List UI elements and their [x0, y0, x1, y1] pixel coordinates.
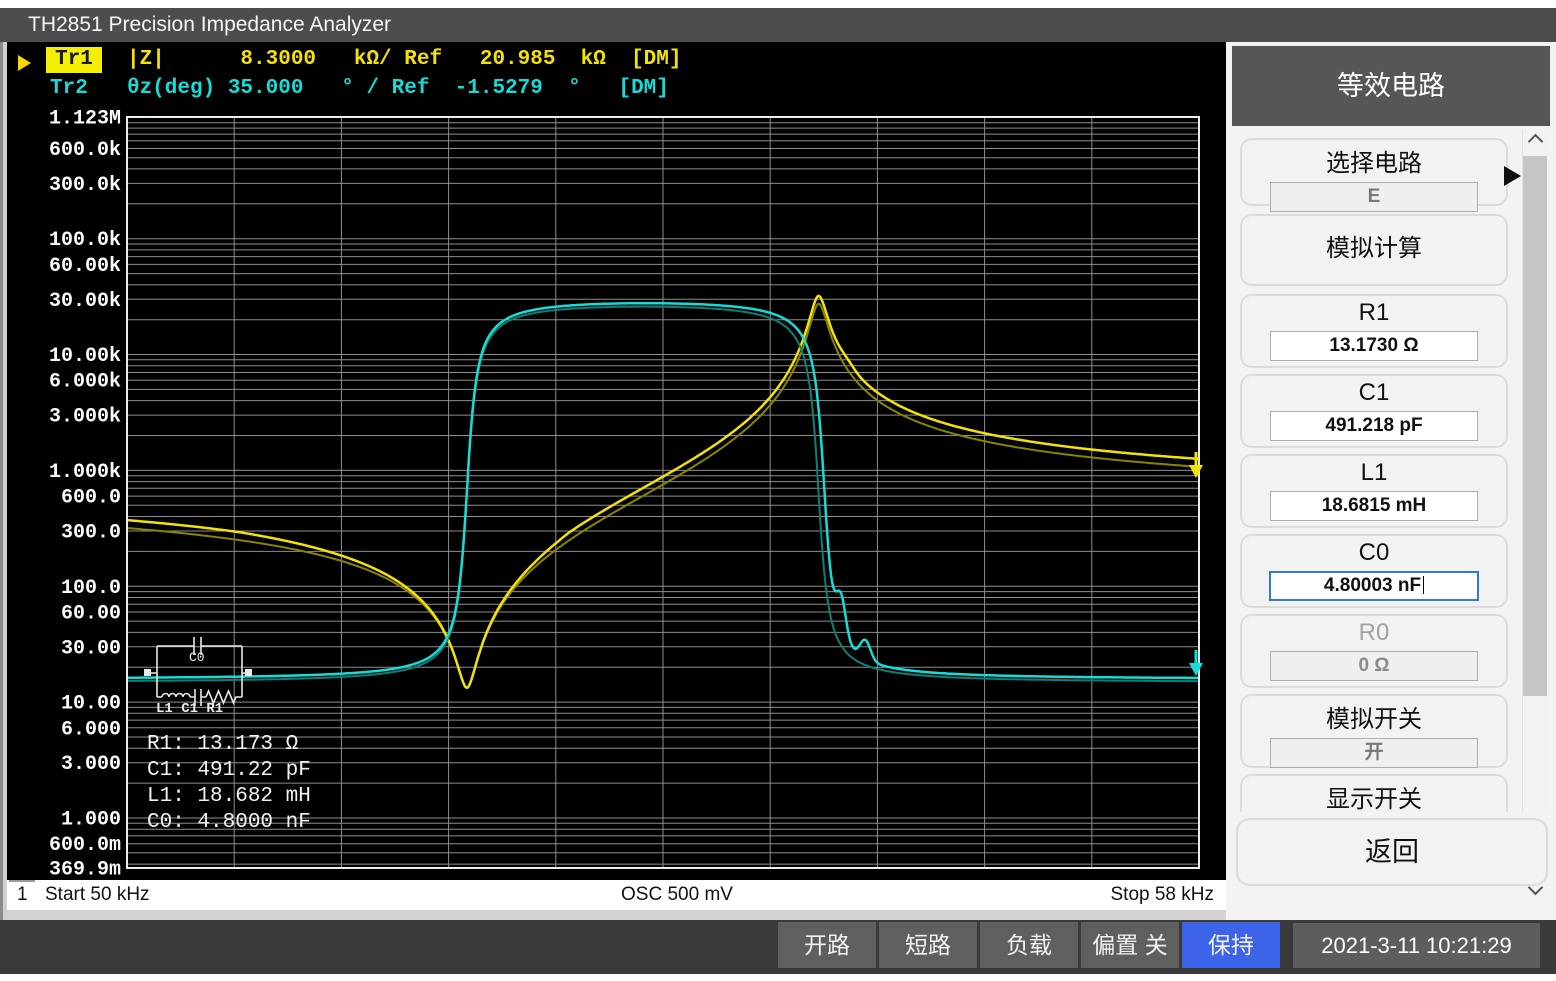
svg-text:1.123M: 1.123M	[49, 108, 121, 131]
bias-off-button[interactable]: 偏置 关	[1081, 922, 1179, 968]
svg-text:60.00: 60.00	[61, 603, 121, 626]
fit-param-l1: L1: 18.682 mH	[147, 785, 311, 808]
svg-text:100.0k: 100.0k	[49, 229, 121, 252]
r0-value-field: 0 Ω	[1270, 651, 1478, 681]
bottom-buttons: 开路 短路 负载 偏置 关 保持	[778, 922, 1280, 968]
text-cursor	[1423, 576, 1425, 594]
back-button[interactable]: 返回	[1236, 818, 1548, 886]
trace2-tab[interactable]: Tr2	[50, 77, 88, 100]
c1-button[interactable]: C1 491.218 pF	[1240, 374, 1508, 448]
svg-text:6.000: 6.000	[61, 718, 121, 741]
svg-text:6.000k: 6.000k	[49, 371, 121, 394]
osc-level: OSC 500 mV	[621, 884, 733, 905]
stop-frequency: Stop 58 kHz	[1110, 884, 1215, 905]
fit-param-r1: R1: 13.173 Ω	[147, 733, 299, 756]
panel-title: 等效电路	[1232, 46, 1550, 126]
svg-text:600.0k: 600.0k	[49, 139, 121, 162]
svg-text:600.0: 600.0	[61, 487, 121, 510]
svg-text:3.000k: 3.000k	[49, 406, 121, 429]
svg-text:1.000: 1.000	[61, 809, 121, 832]
svg-text:600.0m: 600.0m	[49, 834, 121, 857]
trace1-tab[interactable]: Tr1	[46, 47, 102, 73]
panel-scrollbar-thumb[interactable]	[1523, 156, 1547, 696]
start-frequency: Start 50 kHz	[45, 884, 150, 905]
l1-value-field[interactable]: 18.6815 mH	[1270, 491, 1478, 521]
app-title: TH2851 Precision Impedance Analyzer	[28, 13, 392, 36]
circuit-inset	[161, 692, 191, 698]
svg-text:300.0k: 300.0k	[49, 174, 121, 197]
svg-text:1.000k: 1.000k	[49, 461, 121, 484]
simulate-switch-value[interactable]: 开	[1270, 738, 1478, 768]
display-switch-button[interactable]: 显示开关 开	[1240, 774, 1508, 812]
panel-scroll-area: 选择电路 E 模拟计算 R1 13.1730 Ω C1 491.218 pF L…	[1232, 130, 1516, 812]
c0-value-field[interactable]: 4.80003 nF	[1269, 571, 1479, 601]
svg-text:369.9m: 369.9m	[49, 859, 121, 882]
simulate-switch-button[interactable]: 模拟开关 开	[1240, 694, 1508, 768]
softkey-panel: 等效电路 选择电路 E 模拟计算 R1 13.1730 Ω C1 491.218…	[1226, 42, 1556, 920]
submenu-arrow-icon	[1504, 166, 1521, 186]
c0-button[interactable]: C0 4.80003 nF	[1240, 534, 1508, 608]
hold-button[interactable]: 保持	[1182, 922, 1280, 968]
load-cal-button[interactable]: 负载	[980, 922, 1078, 968]
short-cal-button[interactable]: 短路	[879, 922, 977, 968]
fit-param-c1: C1: 491.22 pF	[147, 759, 311, 782]
simulate-calc-button[interactable]: 模拟计算	[1240, 214, 1508, 286]
r0-button: R0 0 Ω	[1240, 614, 1508, 688]
title-bar: TH2851 Precision Impedance Analyzer	[0, 8, 1556, 42]
svg-text:30.00: 30.00	[61, 637, 121, 660]
channel-number: 1	[17, 884, 28, 905]
datetime-display: 2021-3-11 10:21:29	[1293, 923, 1540, 968]
svg-text:60.00k: 60.00k	[49, 255, 121, 278]
select-circuit-button[interactable]: 选择电路 E	[1240, 138, 1508, 212]
trace2-readout: θz(deg) 35.000 ° / Ref -1.5279 ° [DM]	[127, 77, 669, 100]
instrument-screen: TH2851 Precision Impedance Analyzer 1.12…	[0, 0, 1556, 981]
svg-text:100.0: 100.0	[61, 577, 121, 600]
trace1-readout: |Z| 8.3000 kΩ/ Ref 20.985 kΩ [DM]	[127, 48, 682, 71]
l1-button[interactable]: L1 18.6815 mH	[1240, 454, 1508, 528]
channel-tick	[9, 880, 35, 882]
circuit-branch-label: L1 C1 R1	[156, 701, 224, 717]
open-cal-button[interactable]: 开路	[778, 922, 876, 968]
svg-text:300.0: 300.0	[61, 522, 121, 545]
svg-text:3.000: 3.000	[61, 753, 121, 776]
svg-text:10.00k: 10.00k	[49, 345, 121, 368]
c1-value-field[interactable]: 491.218 pF	[1270, 411, 1478, 441]
status-divider	[0, 910, 1226, 920]
active-trace-arrow-icon	[18, 55, 31, 71]
sweep-status-bar: 1 Start 50 kHz OSC 500 mV Stop 58 kHz	[7, 880, 1226, 910]
r1-button[interactable]: R1 13.1730 Ω	[1240, 294, 1508, 368]
svg-text:30.00k: 30.00k	[49, 290, 121, 313]
fit-param-c0: C0: 4.8000 nF	[147, 811, 311, 834]
svg-text:10.00: 10.00	[61, 693, 121, 716]
select-circuit-value[interactable]: E	[1270, 182, 1478, 212]
r1-value-field[interactable]: 13.1730 Ω	[1270, 331, 1478, 361]
circuit-c0-label: C0	[189, 650, 205, 665]
window-edge-light	[3, 42, 7, 920]
